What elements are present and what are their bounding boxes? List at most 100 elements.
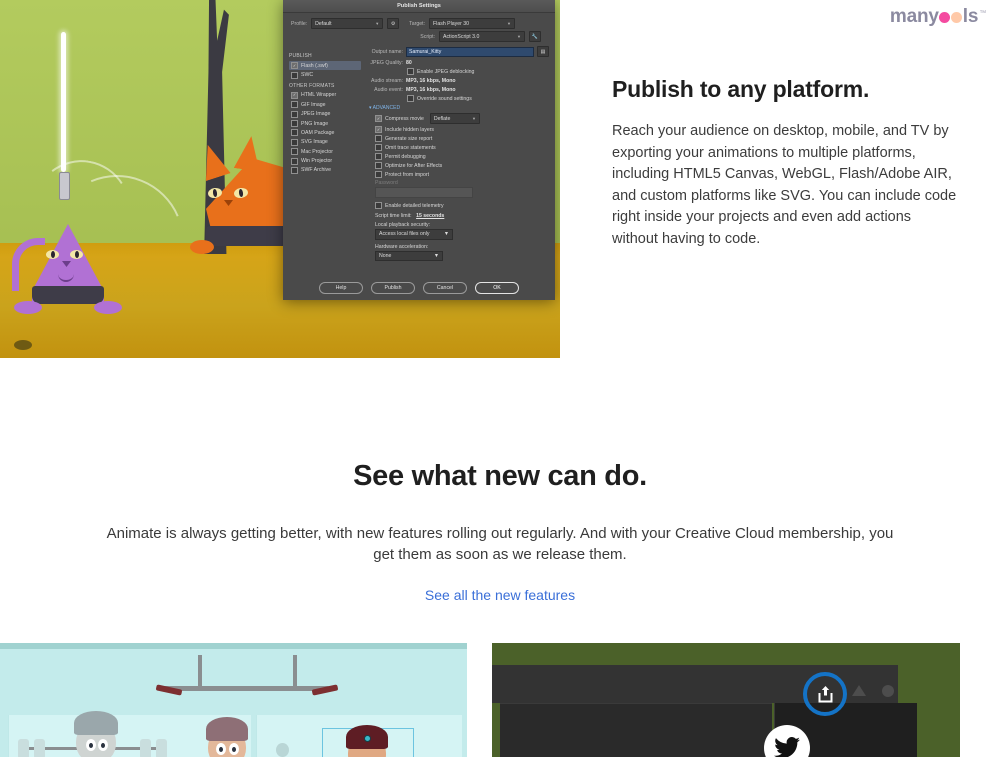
publish-button[interactable]: Publish bbox=[371, 282, 415, 294]
advanced-option-row[interactable]: Permit debugging bbox=[375, 153, 549, 160]
folder-browse-icon[interactable]: ▤ bbox=[537, 46, 549, 57]
format-option-row[interactable]: GIF Image bbox=[289, 100, 361, 109]
barbell-plate bbox=[140, 739, 151, 757]
checkbox-icon[interactable] bbox=[375, 153, 382, 160]
gym-animation-card[interactable] bbox=[0, 643, 467, 757]
checkbox-icon[interactable] bbox=[291, 157, 298, 165]
compress-movie-row[interactable]: ✓ Compress movie Deflate ▼ bbox=[375, 113, 549, 124]
character-paw bbox=[190, 240, 214, 254]
format-option-row[interactable]: SWC bbox=[289, 70, 361, 79]
other-format-list: ✓ HTML Wrapper GIF Image JPEG Image PNG Imag… bbox=[289, 91, 361, 175]
format-option-row[interactable]: OAM Package bbox=[289, 128, 361, 137]
jpeg-deblocking-row[interactable]: Enable JPEG deblocking bbox=[407, 68, 549, 75]
character-foot bbox=[94, 301, 122, 314]
script-select[interactable]: ActionScript 3.0 ▼ bbox=[439, 31, 525, 42]
publish-heading: Publish to any platform. bbox=[612, 76, 870, 102]
logo-text-part2: ls bbox=[962, 6, 979, 27]
compress-movie-select[interactable]: Deflate ▼ bbox=[429, 113, 480, 124]
checkbox-icon[interactable] bbox=[291, 71, 298, 79]
advanced-options-list: ✓ Include hidden layers Generate size repo… bbox=[365, 126, 549, 178]
telemetry-label: Enable detailed telemetry bbox=[385, 202, 444, 209]
advanced-option-row[interactable]: Generate size report bbox=[375, 135, 549, 142]
checkbox-icon[interactable] bbox=[407, 68, 414, 75]
chevron-down-icon: ▼ bbox=[471, 116, 476, 121]
compress-movie-value: Deflate bbox=[433, 115, 451, 122]
checkbox-icon[interactable] bbox=[375, 171, 382, 178]
checkbox-icon[interactable] bbox=[291, 129, 298, 137]
character-eye bbox=[229, 743, 239, 755]
barbell-plate bbox=[34, 739, 45, 757]
checkbox-icon[interactable] bbox=[291, 120, 298, 128]
ok-button[interactable]: OK bbox=[475, 282, 519, 294]
advanced-section-header[interactable]: ▾ ADVANCED bbox=[369, 105, 549, 111]
new-features-body: Animate is always getting better, with n… bbox=[106, 525, 894, 563]
format-option-row[interactable]: Mac Projector bbox=[289, 147, 361, 156]
advanced-label: ADVANCED bbox=[372, 105, 401, 111]
password-placeholder-label: Password bbox=[375, 180, 398, 186]
advanced-option-row[interactable]: ✓ Include hidden layers bbox=[375, 126, 549, 133]
audio-stream-row: Audio stream: MP3, 16 kbps, Mono bbox=[365, 78, 549, 84]
telemetry-row[interactable]: Enable detailed telemetry bbox=[375, 202, 549, 209]
checkbox-icon[interactable]: ✓ bbox=[375, 126, 382, 133]
help-button[interactable]: Help bbox=[319, 282, 363, 294]
checkbox-icon[interactable] bbox=[375, 144, 382, 151]
rack-post bbox=[293, 655, 297, 689]
profile-select[interactable]: Default ▼ bbox=[311, 18, 384, 29]
peach-circle-icon bbox=[951, 12, 963, 23]
checkbox-icon[interactable] bbox=[291, 101, 298, 109]
checkbox-icon[interactable]: ✓ bbox=[291, 62, 298, 70]
chevron-down-icon: ▼ bbox=[375, 21, 380, 26]
checkbox-icon[interactable] bbox=[375, 135, 382, 142]
checkbox-icon[interactable] bbox=[375, 162, 382, 169]
see-all-features-link[interactable]: See all the new features bbox=[425, 587, 575, 603]
dialog-body: PUBLISH ✓ Flash (.swf) SWC OTHER FORMATS ✓… bbox=[283, 44, 555, 267]
hero-illustration: Publish Settings Profile: Default ▼ ⚙ Ta… bbox=[0, 0, 560, 358]
format-option-row[interactable]: Win Projector bbox=[289, 156, 361, 165]
jpeg-quality-value[interactable]: 80 bbox=[406, 60, 412, 66]
audio-event-row: Audio event: MP3, 16 kbps, Mono bbox=[365, 87, 549, 93]
format-option-label: PNG Image bbox=[301, 120, 329, 127]
checkbox-icon[interactable] bbox=[291, 110, 298, 118]
trademark-symbol: ™ bbox=[979, 10, 986, 17]
chevron-down-icon: ▾ bbox=[369, 105, 372, 111]
advanced-option-row[interactable]: Protect from import bbox=[375, 171, 549, 178]
feature-cards-row bbox=[0, 643, 1000, 757]
advanced-option-row[interactable]: Optimize for After Effects bbox=[375, 162, 549, 169]
format-option-row[interactable]: PNG Image bbox=[289, 119, 361, 128]
checkbox-icon[interactable]: ✓ bbox=[375, 115, 382, 122]
new-features-section: See what new can do. Animate is always g… bbox=[0, 460, 1000, 605]
publish-settings-dialog[interactable]: Publish Settings Profile: Default ▼ ⚙ Ta… bbox=[283, 0, 555, 300]
override-sound-label: Override sound settings bbox=[417, 95, 472, 102]
gear-icon[interactable]: ⚙ bbox=[387, 18, 400, 29]
checkbox-icon[interactable] bbox=[407, 95, 414, 102]
format-option-row[interactable]: ✓ HTML Wrapper bbox=[289, 91, 361, 100]
hw-accel-select[interactable]: None ▼ bbox=[375, 250, 443, 261]
checkbox-icon[interactable] bbox=[291, 148, 298, 156]
jpeg-deblocking-label: Enable JPEG deblocking bbox=[417, 68, 475, 75]
cancel-button[interactable]: Cancel bbox=[423, 282, 467, 294]
audio-event-value[interactable]: MP3, 16 kbps, Mono bbox=[406, 87, 456, 93]
format-option-label: SWF Archive bbox=[301, 167, 331, 174]
format-option-row[interactable]: JPEG Image bbox=[289, 110, 361, 119]
share-export-icon[interactable] bbox=[817, 685, 834, 703]
advanced-option-row[interactable]: Omit trace statements bbox=[375, 144, 549, 151]
caret-up-icon[interactable] bbox=[852, 685, 866, 696]
checkbox-icon[interactable] bbox=[291, 166, 298, 174]
override-sound-row[interactable]: Override sound settings bbox=[407, 95, 549, 102]
wrench-icon[interactable]: 🔧 bbox=[529, 31, 541, 42]
playback-security-select[interactable]: Access local files only ▼ bbox=[375, 229, 453, 240]
audio-stream-value[interactable]: MP3, 16 kbps, Mono bbox=[406, 78, 456, 84]
format-option-row[interactable]: SVG Image bbox=[289, 138, 361, 147]
format-option-row[interactable]: ✓ Flash (.swf) bbox=[289, 61, 361, 71]
checkbox-icon[interactable] bbox=[291, 138, 298, 146]
password-input[interactable] bbox=[375, 187, 473, 198]
advanced-option-label: Permit debugging bbox=[385, 153, 426, 160]
share-animation-card[interactable] bbox=[492, 643, 960, 757]
checkbox-icon[interactable] bbox=[375, 202, 382, 209]
format-option-row[interactable]: SWF Archive bbox=[289, 166, 361, 175]
record-dot-icon[interactable] bbox=[882, 685, 894, 697]
checkbox-icon[interactable]: ✓ bbox=[291, 91, 298, 99]
target-select[interactable]: Flash Player 30 ▼ bbox=[429, 18, 516, 29]
output-name-input[interactable]: Samurai_Kitty bbox=[406, 46, 534, 57]
script-time-value[interactable]: 15 seconds bbox=[416, 213, 444, 219]
